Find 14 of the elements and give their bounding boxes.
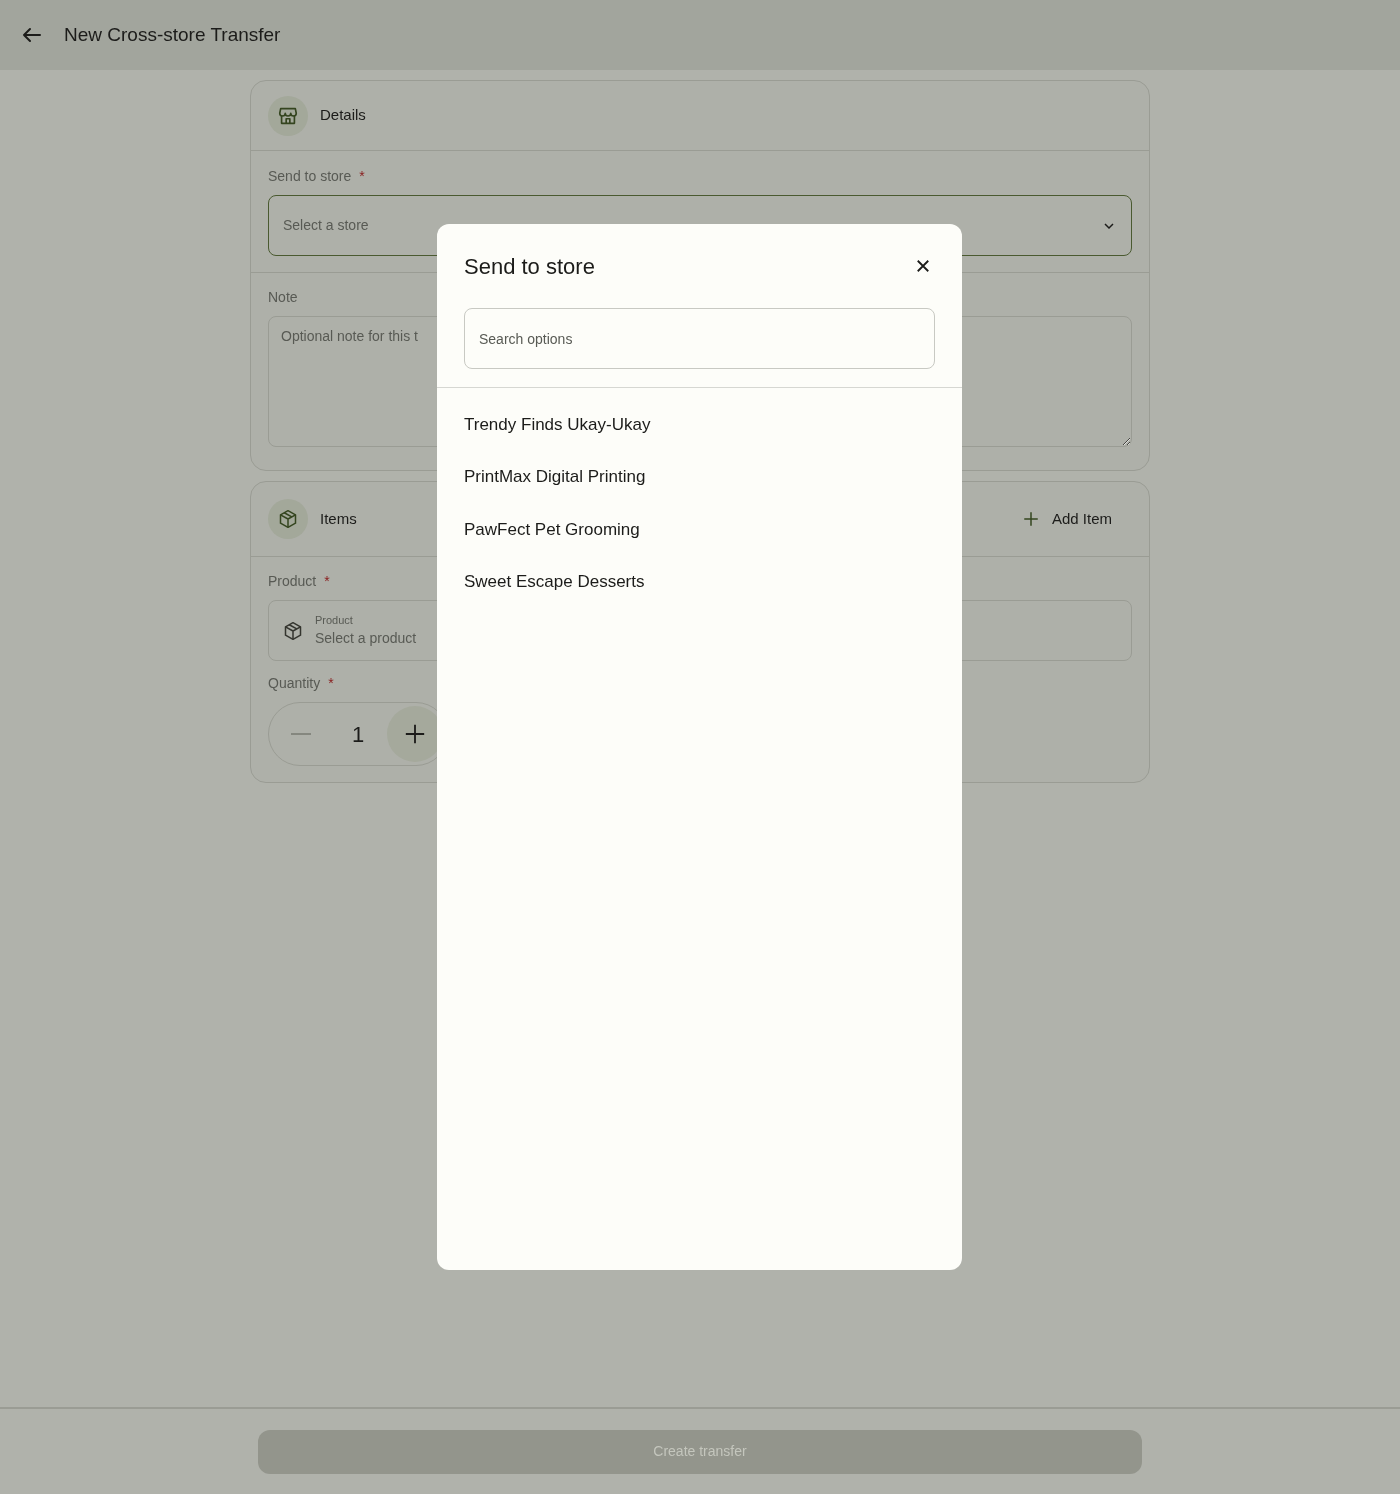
quantity-value: 1 [351, 720, 365, 749]
section-title: Items [320, 508, 357, 529]
field-label: Quantity [268, 674, 321, 693]
required-mark: * [328, 674, 334, 693]
select-placeholder: Select a product [315, 629, 417, 649]
field-label: Send to store [268, 167, 352, 186]
section-title: Details [320, 105, 366, 126]
field-label: Product [268, 572, 317, 591]
required-mark: * [359, 167, 365, 186]
page-title: New Cross-store Transfer [64, 22, 281, 47]
field-caption: Product [315, 612, 354, 628]
required-mark: * [324, 572, 330, 591]
field-label: Note [268, 288, 299, 307]
select-placeholder: Select a store [283, 216, 369, 235]
